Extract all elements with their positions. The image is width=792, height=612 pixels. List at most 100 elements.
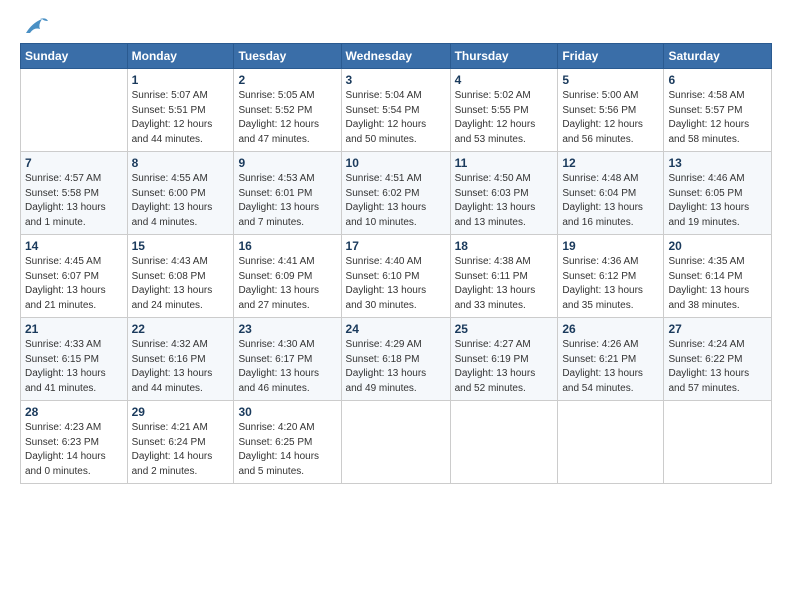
week-row-1: 1Sunrise: 5:07 AM Sunset: 5:51 PM Daylig… [21, 69, 772, 152]
day-info: Sunrise: 5:00 AM Sunset: 5:56 PM Dayligh… [562, 89, 659, 147]
day-info: Sunrise: 5:07 AM Sunset: 5:51 PM Dayligh… [132, 89, 230, 147]
day-cell: 29 Sunrise: 4:21 AM Sunset: 6:24 PM Dayli… [127, 401, 234, 484]
weekday-header-thursday: Thursday [450, 44, 558, 69]
day-number: 21 [25, 322, 123, 336]
day-info: Sunrise: 5:02 AM Sunset: 5:55 PM Dayligh… [455, 89, 554, 147]
day-info: Sunrise: 4:35 AM Sunset: 6:14 PM Dayligh… [668, 255, 767, 313]
day-cell: 4 Sunrise: 5:02 AM Sunset: 5:55 PM Daylig… [450, 69, 558, 152]
day-info: Sunrise: 5:04 AM Sunset: 5:54 PM Dayligh… [346, 89, 446, 147]
day-cell [341, 401, 450, 484]
day-cell: 15 Sunrise: 4:43 AM Sunset: 6:08 PM Dayli… [127, 235, 234, 318]
day-cell [664, 401, 772, 484]
page: SundayMondayTuesdayWednesdayThursdayFrid… [0, 0, 792, 612]
weekday-header-monday: Monday [127, 44, 234, 69]
day-cell: 18 Sunrise: 4:38 AM Sunset: 6:11 PM Dayli… [450, 235, 558, 318]
day-cell: 28 Sunrise: 4:23 AM Sunset: 6:23 PM Dayli… [21, 401, 128, 484]
day-info: Sunrise: 4:21 AM Sunset: 6:24 PM Dayligh… [132, 421, 230, 479]
logo-bird-icon [22, 15, 50, 37]
day-cell: 23 Sunrise: 4:30 AM Sunset: 6:17 PM Dayli… [234, 318, 341, 401]
day-number: 23 [238, 322, 336, 336]
weekday-header-tuesday: Tuesday [234, 44, 341, 69]
week-row-2: 7Sunrise: 4:57 AM Sunset: 5:58 PM Daylig… [21, 152, 772, 235]
day-number: 2 [238, 73, 336, 87]
week-row-3: 14 Sunrise: 4:45 AM Sunset: 6:07 PM Dayli… [21, 235, 772, 318]
day-info: Sunrise: 4:36 AM Sunset: 6:12 PM Dayligh… [562, 255, 659, 313]
day-number: 13 [668, 156, 767, 170]
day-cell: 27 Sunrise: 4:24 AM Sunset: 6:22 PM Dayli… [664, 318, 772, 401]
day-number: 28 [25, 405, 123, 419]
day-info: Sunrise: 4:33 AM Sunset: 6:15 PM Dayligh… [25, 338, 123, 396]
day-number: 27 [668, 322, 767, 336]
day-cell: 30 Sunrise: 4:20 AM Sunset: 6:25 PM Dayli… [234, 401, 341, 484]
day-info: Sunrise: 4:46 AM Sunset: 6:05 PM Dayligh… [668, 172, 767, 230]
day-number: 18 [455, 239, 554, 253]
day-cell [558, 401, 664, 484]
day-number: 25 [455, 322, 554, 336]
weekday-header-sunday: Sunday [21, 44, 128, 69]
day-number: 22 [132, 322, 230, 336]
day-cell [450, 401, 558, 484]
week-row-4: 21 Sunrise: 4:33 AM Sunset: 6:15 PM Dayli… [21, 318, 772, 401]
day-number: 10 [346, 156, 446, 170]
day-cell: 16 Sunrise: 4:41 AM Sunset: 6:09 PM Dayli… [234, 235, 341, 318]
day-cell: 6 Sunrise: 4:58 AM Sunset: 5:57 PM Daylig… [664, 69, 772, 152]
weekday-header-friday: Friday [558, 44, 664, 69]
day-number: 20 [668, 239, 767, 253]
day-number: 29 [132, 405, 230, 419]
day-info: Sunrise: 4:53 AM Sunset: 6:01 PM Dayligh… [238, 172, 336, 230]
day-number: 6 [668, 73, 767, 87]
day-number: 4 [455, 73, 554, 87]
logo [20, 15, 50, 35]
day-info: Sunrise: 4:45 AM Sunset: 6:07 PM Dayligh… [25, 255, 123, 313]
day-cell: 9 Sunrise: 4:53 AM Sunset: 6:01 PM Daylig… [234, 152, 341, 235]
day-info: Sunrise: 4:41 AM Sunset: 6:09 PM Dayligh… [238, 255, 336, 313]
day-number: 7 [25, 156, 123, 170]
day-number: 3 [346, 73, 446, 87]
weekday-header-wednesday: Wednesday [341, 44, 450, 69]
day-number: 5 [562, 73, 659, 87]
calendar-table: SundayMondayTuesdayWednesdayThursdayFrid… [20, 43, 772, 484]
header [20, 15, 772, 35]
day-cell: 13 Sunrise: 4:46 AM Sunset: 6:05 PM Dayli… [664, 152, 772, 235]
day-number: 15 [132, 239, 230, 253]
day-cell: 25 Sunrise: 4:27 AM Sunset: 6:19 PM Dayli… [450, 318, 558, 401]
day-info: Sunrise: 4:26 AM Sunset: 6:21 PM Dayligh… [562, 338, 659, 396]
day-info: Sunrise: 4:38 AM Sunset: 6:11 PM Dayligh… [455, 255, 554, 313]
day-number: 19 [562, 239, 659, 253]
day-info: Sunrise: 4:30 AM Sunset: 6:17 PM Dayligh… [238, 338, 336, 396]
day-number: 9 [238, 156, 336, 170]
day-number: 14 [25, 239, 123, 253]
day-info: Sunrise: 4:20 AM Sunset: 6:25 PM Dayligh… [238, 421, 336, 479]
day-number: 24 [346, 322, 446, 336]
day-number: 16 [238, 239, 336, 253]
day-number: 30 [238, 405, 336, 419]
day-cell: 1Sunrise: 5:07 AM Sunset: 5:51 PM Daylig… [127, 69, 234, 152]
week-row-5: 28 Sunrise: 4:23 AM Sunset: 6:23 PM Dayli… [21, 401, 772, 484]
day-info: Sunrise: 4:51 AM Sunset: 6:02 PM Dayligh… [346, 172, 446, 230]
day-number: 11 [455, 156, 554, 170]
day-cell: 20 Sunrise: 4:35 AM Sunset: 6:14 PM Dayli… [664, 235, 772, 318]
day-info: Sunrise: 4:50 AM Sunset: 6:03 PM Dayligh… [455, 172, 554, 230]
day-number: 26 [562, 322, 659, 336]
day-info: Sunrise: 4:23 AM Sunset: 6:23 PM Dayligh… [25, 421, 123, 479]
day-cell: 17Sunrise: 4:40 AM Sunset: 6:10 PM Dayli… [341, 235, 450, 318]
day-cell: 11 Sunrise: 4:50 AM Sunset: 6:03 PM Dayli… [450, 152, 558, 235]
day-cell: 7Sunrise: 4:57 AM Sunset: 5:58 PM Daylig… [21, 152, 128, 235]
day-cell: 10 Sunrise: 4:51 AM Sunset: 6:02 PM Dayli… [341, 152, 450, 235]
day-cell: 14 Sunrise: 4:45 AM Sunset: 6:07 PM Dayli… [21, 235, 128, 318]
day-cell: 26 Sunrise: 4:26 AM Sunset: 6:21 PM Dayli… [558, 318, 664, 401]
day-info: Sunrise: 4:43 AM Sunset: 6:08 PM Dayligh… [132, 255, 230, 313]
day-info: Sunrise: 4:27 AM Sunset: 6:19 PM Dayligh… [455, 338, 554, 396]
weekday-header-row: SundayMondayTuesdayWednesdayThursdayFrid… [21, 44, 772, 69]
day-info: Sunrise: 5:05 AM Sunset: 5:52 PM Dayligh… [238, 89, 336, 147]
day-info: Sunrise: 4:40 AM Sunset: 6:10 PM Dayligh… [346, 255, 446, 313]
day-cell: 19 Sunrise: 4:36 AM Sunset: 6:12 PM Dayli… [558, 235, 664, 318]
day-info: Sunrise: 4:58 AM Sunset: 5:57 PM Dayligh… [668, 89, 767, 147]
weekday-header-saturday: Saturday [664, 44, 772, 69]
day-number: 12 [562, 156, 659, 170]
day-info: Sunrise: 4:48 AM Sunset: 6:04 PM Dayligh… [562, 172, 659, 230]
day-info: Sunrise: 4:24 AM Sunset: 6:22 PM Dayligh… [668, 338, 767, 396]
day-cell: 22Sunrise: 4:32 AM Sunset: 6:16 PM Dayli… [127, 318, 234, 401]
day-cell: 24Sunrise: 4:29 AM Sunset: 6:18 PM Dayli… [341, 318, 450, 401]
day-cell: 5 Sunrise: 5:00 AM Sunset: 5:56 PM Daylig… [558, 69, 664, 152]
